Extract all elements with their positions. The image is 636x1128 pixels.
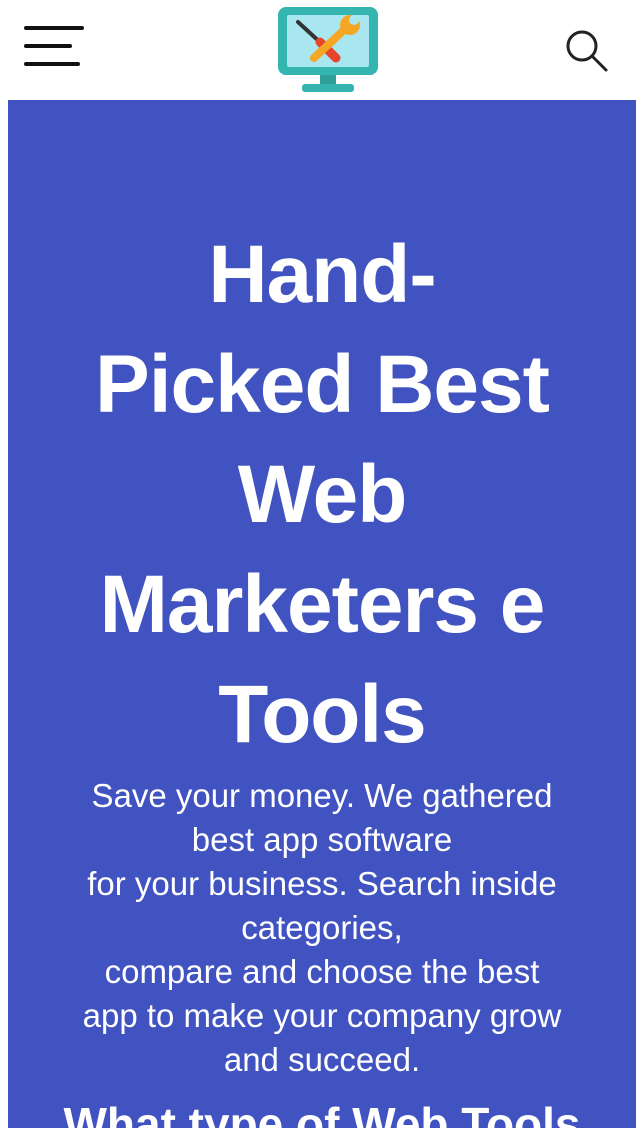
hero-title-line: Marketers e [99, 559, 546, 650]
hero-title-line: Hand- [208, 229, 436, 320]
hamburger-menu-icon [22, 22, 86, 72]
top-header [0, 0, 636, 100]
hero-subtitle: Save your money. We gathered best app so… [28, 774, 616, 1082]
search-button[interactable] [562, 26, 610, 74]
hero-subtitle-line: compare and choose the best [104, 953, 540, 990]
hero-subtitle-line: for your business. Search inside [87, 865, 557, 902]
hero-subtitle-line: categories, [241, 909, 403, 946]
hero-title: Hand- Picked Best Web Marketers e Tools [38, 220, 606, 770]
search-icon [566, 30, 608, 72]
monitor-tools-logo-icon [278, 7, 378, 92]
hero-title-line: Web [237, 449, 408, 540]
hero-subtitle-line: and succeed. [223, 1041, 421, 1078]
site-logo[interactable] [274, 4, 382, 96]
section-heading-web-tools: What type of Web Tools [63, 1098, 581, 1128]
hero-subtitle-line: Save your money. We gathered [91, 777, 553, 814]
hero-title-line: Tools [218, 669, 427, 760]
hero-subtitle-line: app to make your company grow [82, 997, 562, 1034]
hero-subtitle-line: best app software [191, 821, 453, 858]
hero-title-line: Picked Best [95, 339, 550, 430]
menu-button[interactable] [22, 22, 86, 72]
hero-section: Hand- Picked Best Web Marketers e Tools … [8, 100, 636, 1128]
